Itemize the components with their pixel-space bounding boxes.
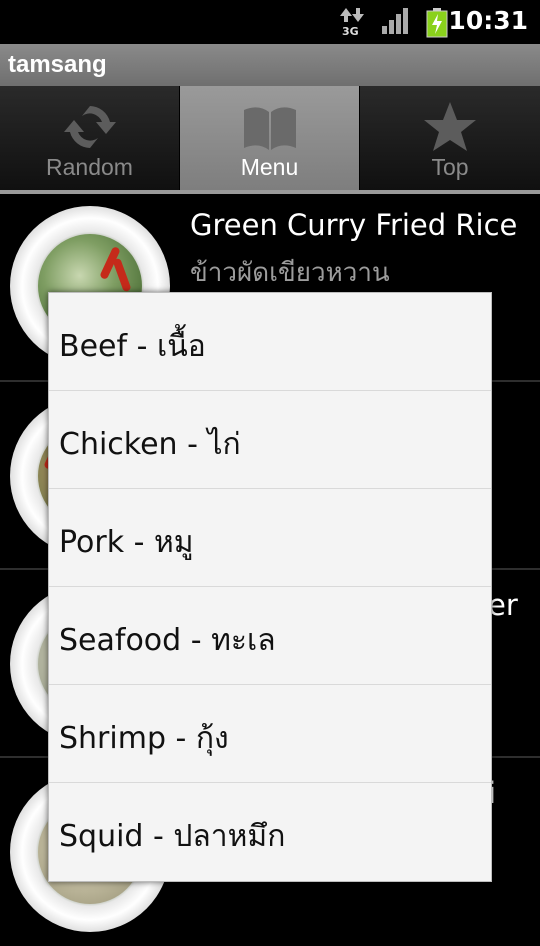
menu-item-shrimp[interactable]: Shrimp - กุ้ง <box>49 685 491 783</box>
tab-menu[interactable]: Menu <box>180 86 360 190</box>
tab-label-menu: Menu <box>240 154 299 180</box>
signal-icon <box>382 8 408 34</box>
tab-label-random: Random <box>46 154 133 180</box>
tab-random[interactable]: Random <box>0 86 180 190</box>
network-type-label: 3G <box>342 25 359 36</box>
menu-item-seafood[interactable]: Seafood - ทะเล <box>49 587 491 685</box>
battery-charging-icon <box>426 8 448 38</box>
category-popup-menu: Beef - เนื้อ Chicken - ไก่ Pork - หมู Se… <box>48 292 492 882</box>
app-title: tamsang <box>8 51 107 78</box>
menu-item-label: Squid - ปลาหมึก <box>59 819 286 854</box>
tab-label-top: Top <box>431 154 469 180</box>
menu-item-label: Chicken - ไก่ <box>59 427 241 462</box>
menu-item-label: Beef - เนื้อ <box>59 329 206 364</box>
status-bar: 3G 10:31 <box>0 0 540 44</box>
refresh-icon <box>64 106 116 148</box>
menu-item-chicken[interactable]: Chicken - ไก่ <box>49 391 491 489</box>
menu-item-label: Seafood - ทะเล <box>59 623 276 658</box>
title-bar: tamsang <box>0 44 540 86</box>
book-icon <box>244 107 296 150</box>
menu-item-beef[interactable]: Beef - เนื้อ <box>49 293 491 391</box>
tab-top[interactable]: Top <box>360 86 540 190</box>
dish-name: Green Curry Fried Rice <box>190 208 518 242</box>
dish-thai-name: ข้าวผัดเขียวหวาน <box>190 258 390 288</box>
star-icon <box>424 102 476 151</box>
clock: 10:31 <box>448 6 528 35</box>
data-transfer-icon: 3G <box>340 8 364 36</box>
dish-name-overflow: er <box>488 588 518 622</box>
menu-item-label: Pork - หมู <box>59 525 194 560</box>
tab-bar: Random Menu Top <box>0 86 540 192</box>
menu-item-squid[interactable]: Squid - ปลาหมึก <box>49 783 491 881</box>
menu-item-pork[interactable]: Pork - หมู <box>49 489 491 587</box>
menu-item-label: Shrimp - กุ้ง <box>59 721 229 756</box>
